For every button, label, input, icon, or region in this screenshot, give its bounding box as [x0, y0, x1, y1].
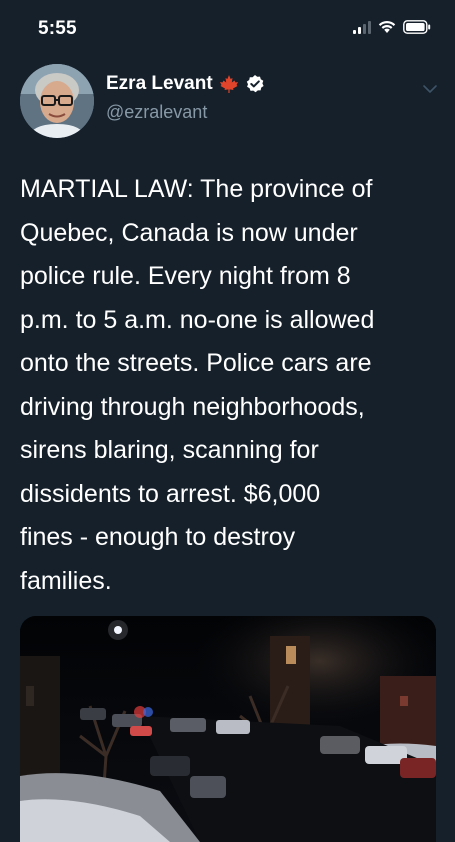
avatar[interactable]: [20, 64, 94, 138]
signal-icon: [353, 20, 371, 34]
status-icons: [353, 20, 431, 34]
status-time: 5:55: [38, 18, 77, 39]
author-name-row: Ezra Levant: [106, 73, 265, 95]
maple-leaf-icon: [219, 75, 238, 93]
wifi-icon: [378, 21, 396, 33]
author-name[interactable]: Ezra Levant: [106, 73, 213, 95]
night-street-photo: [20, 616, 436, 842]
status-bar: 5:55: [0, 0, 455, 58]
battery-icon: [403, 20, 431, 34]
chevron-down-icon[interactable]: [421, 80, 439, 98]
tweet-text: MARTIAL LAW: The province of Quebec, Can…: [20, 175, 375, 595]
avatar-image: [20, 64, 94, 138]
tweet-media[interactable]: [20, 616, 436, 842]
verified-badge-icon: [246, 75, 264, 93]
author-handle[interactable]: @ezralevant: [106, 102, 207, 123]
tweet-header: Ezra Levant @ezralevant: [0, 58, 455, 148]
